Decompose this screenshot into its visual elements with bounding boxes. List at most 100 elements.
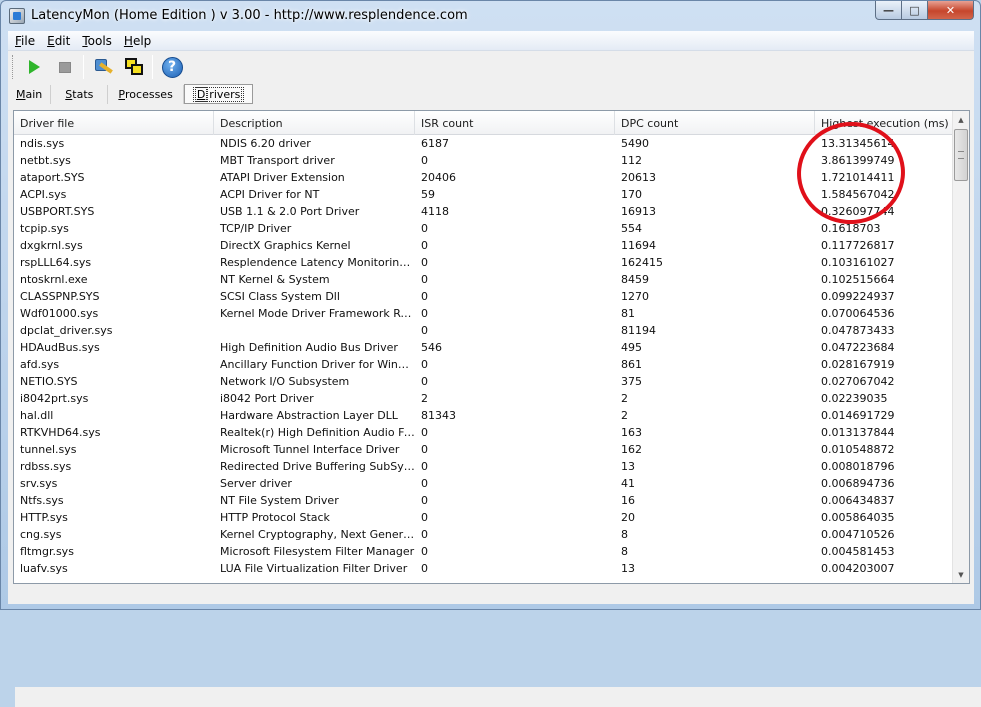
cell-description: Kernel Mode Driver Framework Runt... <box>220 307 415 320</box>
stop-button[interactable] <box>53 55 77 79</box>
table-row[interactable]: fltmgr.sys Microsoft Filesystem Filter Ma… <box>14 543 954 560</box>
cell-highest-execution: 0.047873433 <box>821 324 895 337</box>
cell-highest-execution: 0.013137844 <box>821 426 895 439</box>
cell-highest-execution: 0.008018796 <box>821 460 895 473</box>
cell-dpc-count: 2 <box>621 392 628 405</box>
menu-edit[interactable]: Edit <box>40 34 75 48</box>
cell-isr-count: 0 <box>421 528 428 541</box>
cell-highest-execution: 0.117726817 <box>821 239 895 252</box>
vertical-scrollbar[interactable]: ▲ ▼ <box>952 111 969 583</box>
cell-dpc-count: 861 <box>621 358 642 371</box>
table-row[interactable]: luafv.sys LUA File Virtualization Filter … <box>14 560 954 577</box>
cell-dpc-count: 2 <box>621 409 628 422</box>
cell-dpc-count: 112 <box>621 154 642 167</box>
minimize-button[interactable]: — <box>875 1 902 20</box>
table-row[interactable]: i8042prt.sys i8042 Port Driver 2 2 0.0223903… <box>14 390 954 407</box>
cell-description: Hardware Abstraction Layer DLL <box>220 409 398 422</box>
cell-highest-execution: 0.047223684 <box>821 341 895 354</box>
cell-isr-count: 0 <box>421 460 428 473</box>
toolbar-grip[interactable] <box>12 55 15 79</box>
cell-highest-execution: 0.103161027 <box>821 256 895 269</box>
menu-tools-label: ools <box>87 33 112 48</box>
cell-isr-count: 0 <box>421 545 428 558</box>
table-row[interactable]: cng.sys Kernel Cryptography, Next Generat… <box>14 526 954 543</box>
cell-isr-count: 0 <box>421 222 428 235</box>
toolbar: ? <box>8 51 974 83</box>
cell-description: i8042 Port Driver <box>220 392 314 405</box>
tools-button[interactable] <box>91 55 115 79</box>
cell-description: USB 1.1 & 2.0 Port Driver <box>220 205 360 218</box>
table-row[interactable]: srv.sys Server driver 0 41 0.006894736 <box>14 475 954 492</box>
start-button[interactable] <box>22 55 46 79</box>
table-row[interactable]: dxgkrnl.sys DirectX Graphics Kernel 0 11694… <box>14 237 954 254</box>
cell-dpc-count: 81 <box>621 307 635 320</box>
column-header-driver-file[interactable]: Driver file <box>14 111 214 135</box>
cell-description: ATAPI Driver Extension <box>220 171 345 184</box>
table-row[interactable]: afd.sys Ancillary Function Driver for Win… <box>14 356 954 373</box>
tab-drivers[interactable]: Drivers <box>183 84 254 104</box>
cell-isr-count: 0 <box>421 477 428 490</box>
column-header-description[interactable]: Description <box>214 111 415 135</box>
cell-dpc-count: 8 <box>621 545 628 558</box>
cell-driver-file: dpclat_driver.sys <box>20 324 113 337</box>
close-button[interactable]: ✕ <box>928 1 974 20</box>
title-bar[interactable]: LatencyMon (Home Edition ) v 3.00 - http… <box>1 1 980 31</box>
cell-description: High Definition Audio Bus Driver <box>220 341 398 354</box>
cell-dpc-count: 41 <box>621 477 635 490</box>
table-row[interactable]: RTKVHD64.sys Realtek(r) High Definition A… <box>14 424 954 441</box>
tab-processes-accel: P <box>118 88 126 101</box>
table-row[interactable]: HDAudBus.sys High Definition Audio Bus Dr… <box>14 339 954 356</box>
windows-button[interactable] <box>122 55 146 79</box>
cell-highest-execution: 0.006434837 <box>821 494 895 507</box>
column-header-dpc-count[interactable]: DPC count <box>615 111 815 135</box>
table-row[interactable]: dpclat_driver.sys 0 81194 0.047873433 <box>14 322 954 339</box>
tab-bar: Main Stats Processes Drivers <box>8 83 974 104</box>
scroll-thumb[interactable] <box>954 129 968 181</box>
table-row[interactable]: tcpip.sys TCP/IP Driver 0 554 0.1618703 <box>14 220 954 237</box>
cell-dpc-count: 162415 <box>621 256 663 269</box>
cell-dpc-count: 170 <box>621 188 642 201</box>
menu-help[interactable]: Help <box>117 34 156 48</box>
maximize-button[interactable]: □ <box>902 1 928 20</box>
table-row[interactable]: rspLLL64.sys Resplendence Latency Monitor… <box>14 254 954 271</box>
cell-driver-file: RTKVHD64.sys <box>20 426 101 439</box>
table-row[interactable]: tunnel.sys Microsoft Tunnel Interface Dri… <box>14 441 954 458</box>
cell-highest-execution: 0.1618703 <box>821 222 881 235</box>
table-row[interactable]: Ntfs.sys NT File System Driver 0 16 0.006434… <box>14 492 954 509</box>
tab-processes[interactable]: Processes <box>108 85 184 104</box>
tab-drivers-label: rivers <box>207 86 243 102</box>
scroll-up-button[interactable]: ▲ <box>953 111 969 128</box>
cell-driver-file: ataport.SYS <box>20 171 85 184</box>
cell-description: Microsoft Tunnel Interface Driver <box>220 443 400 456</box>
cell-dpc-count: 20 <box>621 511 635 524</box>
cell-description: MBT Transport driver <box>220 154 335 167</box>
tab-main[interactable]: Main <box>8 85 52 104</box>
table-row[interactable]: ntoskrnl.exe NT Kernel & System 0 8459 0.102… <box>14 271 954 288</box>
cell-driver-file: HTTP.sys <box>20 511 68 524</box>
column-header-isr-count[interactable]: ISR count <box>415 111 615 135</box>
menu-file[interactable]: File <box>8 34 40 48</box>
table-row[interactable]: hal.dll Hardware Abstraction Layer DLL 813… <box>14 407 954 424</box>
tab-stats[interactable]: Stats <box>51 85 109 104</box>
cell-isr-count: 0 <box>421 290 428 303</box>
cell-description: HTTP Protocol Stack <box>220 511 330 524</box>
scroll-down-button[interactable]: ▼ <box>953 566 969 583</box>
table-row[interactable]: CLASSPNP.SYS SCSI Class System Dll 0 1270 0.… <box>14 288 954 305</box>
help-button[interactable]: ? <box>160 55 184 79</box>
app-icon[interactable] <box>9 8 25 24</box>
cell-isr-count: 0 <box>421 307 428 320</box>
menu-bar: File Edit Tools Help <box>8 31 974 51</box>
menu-edit-accel: E <box>47 33 55 48</box>
cell-dpc-count: 495 <box>621 341 642 354</box>
list-header: Driver file Description ISR count DPC co… <box>14 111 954 135</box>
cell-dpc-count: 16 <box>621 494 635 507</box>
table-row[interactable]: Wdf01000.sys Kernel Mode Driver Framework… <box>14 305 954 322</box>
cell-dpc-count: 162 <box>621 443 642 456</box>
table-row[interactable]: HTTP.sys HTTP Protocol Stack 0 20 0.00586403… <box>14 509 954 526</box>
menu-tools[interactable]: Tools <box>75 34 117 48</box>
cell-isr-count: 6187 <box>421 137 449 150</box>
cell-highest-execution: 0.099224937 <box>821 290 895 303</box>
cell-highest-execution: 0.004203007 <box>821 562 895 575</box>
table-row[interactable]: NETIO.SYS Network I/O Subsystem 0 375 0.0270… <box>14 373 954 390</box>
table-row[interactable]: rdbss.sys Redirected Drive Buffering SubS… <box>14 458 954 475</box>
